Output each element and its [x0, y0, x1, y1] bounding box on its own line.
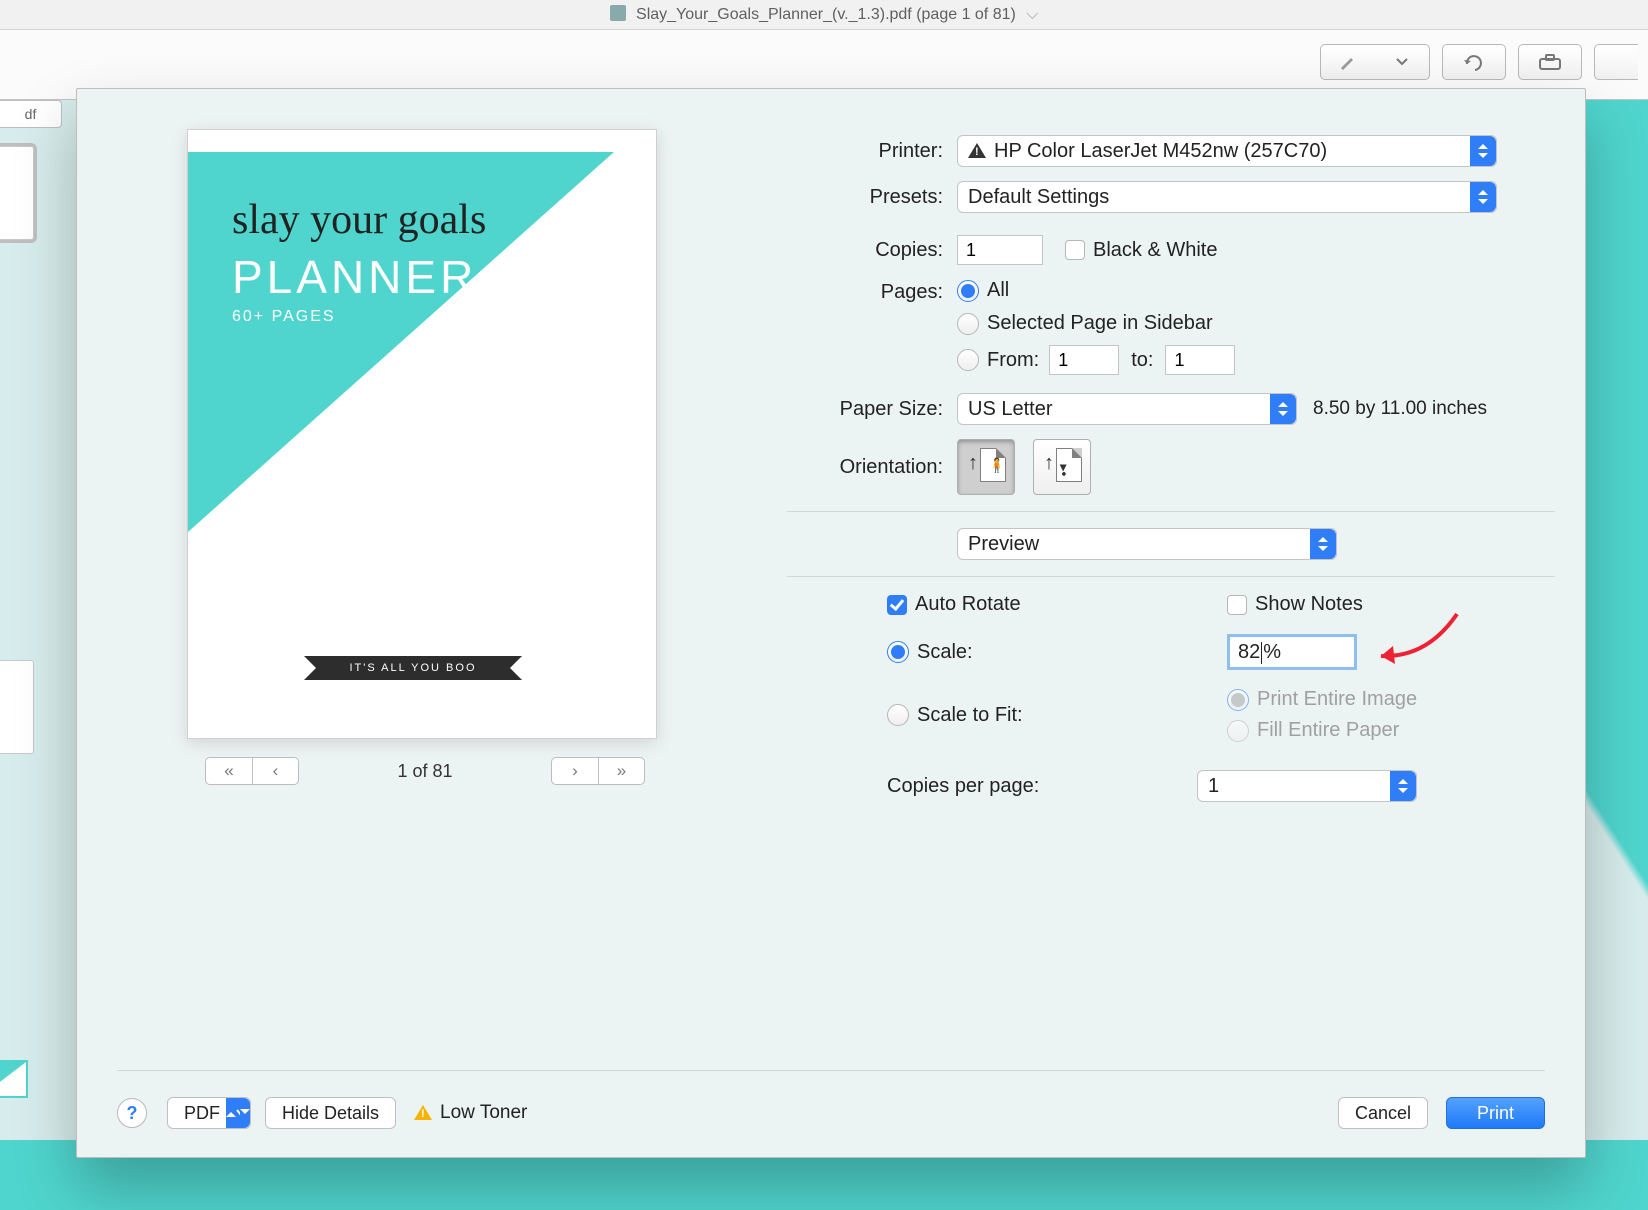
papersize-value: US Letter: [968, 398, 1052, 421]
warning-icon: [414, 1096, 432, 1120]
select-arrows-icon: [1470, 182, 1496, 212]
presets-label: Presets:: [787, 186, 957, 209]
low-toner-label: Low Toner: [440, 1102, 527, 1124]
pages-to-input[interactable]: [1165, 345, 1235, 375]
fill-entire-label: Fill Entire Paper: [1257, 719, 1399, 742]
print-button[interactable]: Print: [1446, 1097, 1545, 1129]
preview-next-last-buttons: › »: [551, 757, 645, 785]
chevron-down-icon: [226, 1098, 250, 1128]
separator: [787, 511, 1555, 512]
arrow-up-icon: ↑: [1044, 452, 1054, 475]
show-notes-checkbox[interactable]: [1227, 595, 1247, 615]
print-entire-label: Print Entire Image: [1257, 688, 1417, 711]
select-arrows-icon: [1310, 529, 1336, 559]
preview-first-prev-buttons: « ‹: [205, 757, 299, 785]
window-title: Slay_Your_Goals_Planner_(v._1.3).pdf (pa…: [636, 6, 1016, 23]
print-dialog: slay your goals PLANNER 60+ PAGES IT'S A…: [76, 88, 1586, 1158]
pdf-dropdown-button[interactable]: PDF: [167, 1097, 251, 1129]
help-button[interactable]: ?: [117, 1098, 147, 1128]
scale-input[interactable]: 82%: [1227, 634, 1357, 670]
pages-label: Pages:: [787, 279, 957, 304]
cover-subtitle-text: 60+ PAGES: [232, 308, 336, 326]
sidebar-tab[interactable]: df: [0, 100, 62, 128]
papersize-dimensions: 8.50 by 11.00 inches: [1313, 398, 1487, 420]
orientation-portrait-button[interactable]: ↑ 🧍: [957, 439, 1015, 495]
presets-value: Default Settings: [968, 186, 1109, 209]
print-preview: slay your goals PLANNER 60+ PAGES IT'S A…: [187, 129, 657, 739]
show-notes-label: Show Notes: [1255, 593, 1363, 616]
presets-select[interactable]: Default Settings: [957, 181, 1497, 213]
print-entire-radio: [1227, 689, 1249, 711]
pencil-icon[interactable]: [1321, 45, 1375, 79]
pages-from-radio[interactable]: [957, 349, 979, 371]
warning-icon: [968, 134, 986, 158]
last-page-button[interactable]: »: [598, 758, 644, 784]
cover-ribbon: IT'S ALL YOU BOO: [318, 656, 508, 680]
thumbnail[interactable]: [0, 660, 34, 754]
next-page-button[interactable]: ›: [552, 758, 598, 784]
bw-label: Black & White: [1093, 239, 1217, 262]
copies-per-page-value: 1: [1208, 775, 1219, 798]
hide-details-button[interactable]: Hide Details: [265, 1097, 396, 1129]
pages-selected-radio[interactable]: [957, 313, 979, 335]
toolbox-button[interactable]: [1518, 44, 1582, 80]
copies-per-page-label: Copies per page:: [887, 775, 1197, 798]
prev-page-button[interactable]: ‹: [252, 758, 298, 784]
rotate-button[interactable]: [1442, 44, 1506, 80]
papersize-label: Paper Size:: [787, 398, 957, 421]
first-page-button[interactable]: «: [206, 758, 252, 784]
cover-title-text: PLANNER: [232, 250, 477, 304]
cover-script-text: slay your goals: [232, 196, 486, 244]
auto-rotate-label: Auto Rotate: [915, 593, 1021, 616]
auto-rotate-checkbox[interactable]: [887, 595, 907, 615]
pages-from-input[interactable]: [1049, 345, 1119, 375]
page-counter: 1 of 81: [397, 761, 452, 782]
fill-entire-radio: [1227, 720, 1249, 742]
orientation-landscape-button[interactable]: ↑ ▸•: [1033, 439, 1091, 495]
select-arrows-icon: [1470, 136, 1496, 166]
thumbnail[interactable]: [0, 1060, 28, 1098]
pages-to-label: to:: [1131, 349, 1153, 372]
pages-from-label: From:: [987, 349, 1039, 372]
chevron-down-icon[interactable]: ⌵: [1026, 6, 1038, 23]
annotation-arrow-icon: [1367, 608, 1467, 678]
cancel-button[interactable]: Cancel: [1338, 1097, 1428, 1129]
scale-label: Scale:: [917, 641, 973, 664]
window-titlebar: Slay_Your_Goals_Planner_(v._1.3).pdf (pa…: [0, 0, 1648, 30]
pages-selected-label: Selected Page in Sidebar: [987, 312, 1213, 335]
printer-label: Printer:: [787, 140, 957, 163]
section-value: Preview: [968, 533, 1039, 556]
separator: [787, 576, 1555, 577]
printer-select[interactable]: HP Color LaserJet M452nw (257C70): [957, 135, 1497, 167]
sidebar-thumbnails: [0, 130, 60, 1030]
bw-checkbox[interactable]: [1065, 240, 1085, 260]
pages-all-radio[interactable]: [957, 280, 979, 302]
copies-label: Copies:: [787, 239, 957, 262]
papersize-select[interactable]: US Letter: [957, 393, 1297, 425]
person-icon: 🧍: [988, 457, 991, 474]
person-rotated-icon: ▸•: [1056, 465, 1073, 471]
scale-radio[interactable]: [887, 641, 909, 663]
printer-value: HP Color LaserJet M452nw (257C70): [994, 140, 1327, 163]
chevron-down-icon[interactable]: [1375, 45, 1429, 79]
scale-to-fit-label: Scale to Fit:: [917, 704, 1023, 727]
markup-split-button[interactable]: [1320, 44, 1430, 80]
select-arrows-icon: [1390, 771, 1416, 801]
search-button[interactable]: [1594, 44, 1638, 80]
select-arrows-icon: [1270, 394, 1296, 424]
section-select[interactable]: Preview: [957, 528, 1337, 560]
copies-input[interactable]: [957, 235, 1043, 265]
file-icon: [610, 5, 626, 21]
orientation-label: Orientation:: [787, 456, 957, 479]
thumbnail[interactable]: [0, 146, 34, 240]
arrow-up-icon: ↑: [968, 452, 978, 475]
scale-to-fit-radio[interactable]: [887, 704, 909, 726]
pages-all-label: All: [987, 279, 1009, 302]
copies-per-page-select[interactable]: 1: [1197, 770, 1417, 802]
